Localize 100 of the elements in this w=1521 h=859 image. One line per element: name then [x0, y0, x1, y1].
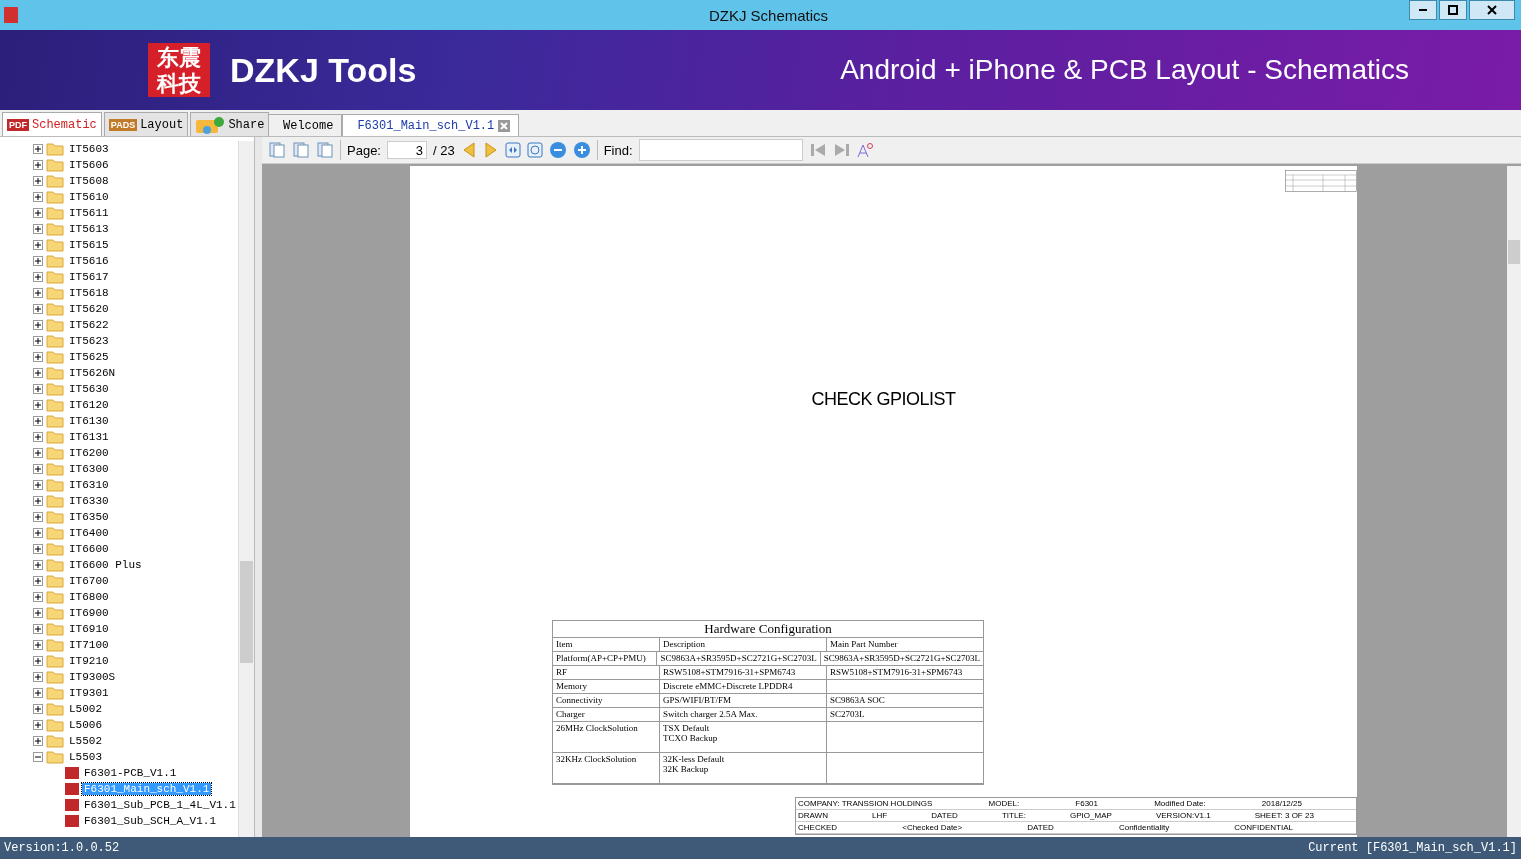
- expander-icon[interactable]: [33, 192, 43, 202]
- expander-icon[interactable]: [33, 624, 43, 634]
- expander-icon[interactable]: [33, 496, 43, 506]
- close-button[interactable]: [1469, 0, 1515, 20]
- tree-item[interactable]: IT6131: [67, 431, 111, 443]
- tree-item[interactable]: IT5613: [67, 223, 111, 235]
- find-field[interactable]: [638, 139, 803, 161]
- document-tab[interactable]: Welcome: [268, 114, 343, 136]
- tree-item[interactable]: IT6200: [67, 447, 111, 459]
- minimize-button[interactable]: [1409, 0, 1437, 20]
- expander-icon[interactable]: [33, 208, 43, 218]
- expander-icon[interactable]: [33, 144, 43, 154]
- tree-item[interactable]: L5002: [67, 703, 104, 715]
- expander-icon[interactable]: [33, 576, 43, 586]
- tree-item[interactable]: IT5620: [67, 303, 111, 315]
- expander-icon[interactable]: [33, 704, 43, 714]
- expander-icon[interactable]: [33, 608, 43, 618]
- expander-icon[interactable]: [33, 368, 43, 378]
- expander-icon[interactable]: [33, 352, 43, 362]
- tree-item[interactable]: F6301_Sub_SCH_A_V1.1: [82, 815, 219, 827]
- sidebar-tab[interactable]: PADS Layout: [103, 112, 189, 136]
- tree-item[interactable]: IT9210: [67, 655, 111, 667]
- column-header: Main Part Number: [829, 638, 899, 651]
- match-case-icon[interactable]: [856, 142, 873, 158]
- tree-item[interactable]: IT6700: [67, 575, 111, 587]
- tree-item[interactable]: IT6120: [67, 399, 111, 411]
- tree-item[interactable]: IT6130: [67, 415, 111, 427]
- tree-item[interactable]: IT6350: [67, 511, 111, 523]
- fit-width-icon[interactable]: [504, 142, 521, 158]
- expander-icon[interactable]: [33, 176, 43, 186]
- expander-icon[interactable]: [33, 720, 43, 730]
- tree-item[interactable]: IT6900: [67, 607, 111, 619]
- folder-icon: [46, 174, 64, 188]
- expander-icon[interactable]: [33, 528, 43, 538]
- tree-item[interactable]: IT5618: [67, 287, 111, 299]
- expander-icon[interactable]: [33, 288, 43, 298]
- tree-item[interactable]: IT5610: [67, 191, 111, 203]
- document-tab[interactable]: F6301_Main_sch_V1.1: [342, 114, 520, 136]
- expander-icon[interactable]: [33, 224, 43, 234]
- expander-icon[interactable]: [33, 736, 43, 746]
- expander-icon[interactable]: [33, 464, 43, 474]
- fit-page-icon[interactable]: [526, 142, 543, 158]
- tree-item[interactable]: IT7100: [67, 639, 111, 651]
- tree-item[interactable]: IT5626N: [67, 367, 118, 379]
- expander-icon[interactable]: [33, 448, 43, 458]
- scrollbar[interactable]: [237, 141, 254, 837]
- tree-item[interactable]: IT5603: [67, 143, 111, 155]
- expander-icon[interactable]: [33, 640, 43, 650]
- expander-icon[interactable]: [33, 480, 43, 490]
- expander-icon[interactable]: [33, 544, 43, 554]
- zoom-in-icon[interactable]: [572, 141, 591, 159]
- tree-item[interactable]: IT6600 Plus: [67, 559, 144, 571]
- tree-item[interactable]: IT5615: [67, 239, 111, 251]
- tree-item[interactable]: IT5606: [67, 159, 111, 171]
- expander-icon[interactable]: [33, 656, 43, 666]
- tree-item[interactable]: F6301_Sub_PCB_1_4L_V1.1: [82, 799, 238, 811]
- tree-item[interactable]: L5503: [67, 751, 104, 763]
- tree-item[interactable]: L5006: [67, 719, 104, 731]
- tree-item[interactable]: IT5625: [67, 351, 111, 363]
- tree-item[interactable]: F6301-PCB_V1.1: [82, 767, 179, 779]
- expander-icon[interactable]: [33, 320, 43, 330]
- expander-icon[interactable]: [33, 416, 43, 426]
- expander-icon[interactable]: [33, 240, 43, 250]
- tree-item[interactable]: IT6800: [67, 591, 111, 603]
- cloud-folder-icon: [195, 115, 226, 134]
- tree-item[interactable]: IT6600: [67, 543, 111, 555]
- tree-item[interactable]: IT5611: [67, 207, 111, 219]
- tree-item[interactable]: IT5630: [67, 383, 111, 395]
- tree-item[interactable]: IT5623: [67, 335, 111, 347]
- maximize-button[interactable]: [1439, 0, 1467, 20]
- expander-icon[interactable]: [33, 304, 43, 314]
- zoom-out-icon[interactable]: [548, 141, 567, 159]
- expander-icon[interactable]: [33, 672, 43, 682]
- tree-item[interactable]: IT5617: [67, 271, 111, 283]
- tree-item[interactable]: IT5622: [67, 319, 111, 331]
- expander-icon[interactable]: [33, 336, 43, 346]
- tree-item[interactable]: IT5608: [67, 175, 111, 187]
- tree-item[interactable]: IT6400: [67, 527, 111, 539]
- tree-item[interactable]: L5502: [67, 735, 104, 747]
- tree-item[interactable]: IT6310: [67, 479, 111, 491]
- expander-icon[interactable]: [33, 272, 43, 282]
- tree-item[interactable]: IT6910: [67, 623, 111, 635]
- expander-icon[interactable]: [33, 432, 43, 442]
- page-field[interactable]: 3: [387, 141, 427, 159]
- expander-icon[interactable]: [33, 384, 43, 394]
- tree-item[interactable]: IT9300S: [67, 671, 118, 683]
- expander-icon[interactable]: [33, 256, 43, 266]
- sidebar-tab[interactable]: Share: [190, 112, 270, 136]
- expander-icon[interactable]: [33, 688, 43, 698]
- expander-icon[interactable]: [33, 560, 43, 570]
- tree-item[interactable]: IT5616: [67, 255, 111, 267]
- tree-item[interactable]: IT6330: [67, 495, 111, 507]
- expander-icon[interactable]: [33, 400, 43, 410]
- expander-icon[interactable]: [33, 592, 43, 602]
- expander-icon[interactable]: [33, 160, 43, 170]
- tree-item[interactable]: IT6300: [67, 463, 111, 475]
- sidebar-tab[interactable]: PDF Schematic: [2, 112, 102, 136]
- expander-icon[interactable]: [33, 512, 43, 522]
- tree-item[interactable]: IT9301: [67, 687, 111, 699]
- scrollbar[interactable]: [1507, 166, 1521, 837]
